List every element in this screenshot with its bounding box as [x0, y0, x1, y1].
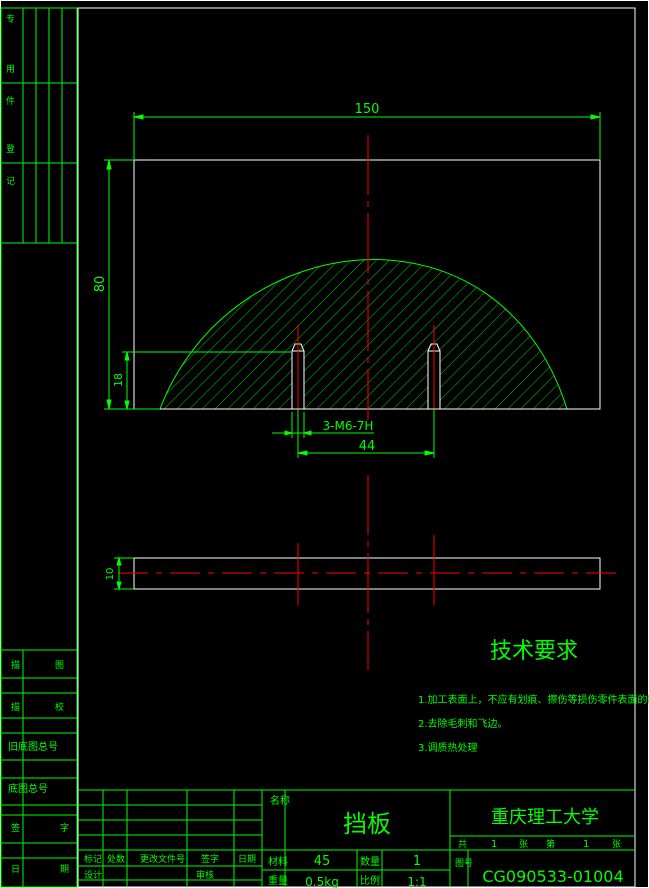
tech-req-item-1: 1.加工表面上，不应有划痕、擦伤等损伤零件表面的缺陷。 [418, 693, 649, 706]
quantity-label: 数量 [360, 855, 380, 868]
strip-bottom-label-5: 旧底图总号 [8, 740, 58, 753]
outer-border [0, 0, 649, 888]
part-name-label: 名称 [270, 794, 290, 807]
strip-bottom-label-7: 签 [11, 822, 20, 834]
material-value: 45 [314, 854, 331, 869]
revision-header-5: 日期 [238, 854, 256, 865]
revision-header-2: 处数 [107, 853, 125, 865]
strip-label-3: 件 [6, 95, 15, 107]
strip-bottom-label-4: 校 [55, 701, 64, 713]
scale-value: 1:1 [407, 875, 426, 888]
revision-header-1: 标记 [84, 853, 102, 865]
strip-bottom-label-2: 图 [55, 660, 64, 671]
role-designer-label: 设计 [84, 869, 102, 881]
title-block-text: 标记 处数 更改文件号 签字 日期 设计 审核 名称 挡板 重庆理工大学 材料 … [84, 794, 624, 888]
strip-bottom-label-8: 字 [60, 822, 69, 834]
dim-thread-height: 18 [112, 373, 125, 387]
sheet-no-suffix: 张 [612, 839, 621, 850]
role-reviewer-label: 审核 [196, 869, 214, 881]
university-name: 重庆理工大学 [491, 807, 599, 828]
strip-label-4: 登 [6, 144, 15, 155]
strip-label-5: 记 [6, 176, 15, 187]
dim-thread-spec: 3-M6-7H [323, 419, 374, 433]
sheet-no: 1 [583, 839, 589, 850]
tech-req-item-3: 3.调质热处理 [418, 741, 478, 754]
revision-header-4: 签字 [201, 853, 219, 865]
material-label: 材料 [268, 855, 288, 868]
dim-hole-spacing: 44 [359, 439, 376, 454]
strip-bottom-label-9: 日 [11, 864, 20, 875]
hatched-section [159, 259, 568, 410]
sheets-total-suffix: 张 [519, 839, 528, 850]
drawing-frame [77, 7, 636, 888]
sheet-no-prefix: 第 [546, 838, 555, 850]
drawing-number: CG090533-01004 [482, 867, 623, 886]
sheets-total: 1 [491, 839, 497, 850]
dim-height: 80 [93, 276, 108, 293]
technical-requirements: 技术要求 1.加工表面上，不应有划痕、擦伤等损伤零件表面的缺陷。 2.去除毛刺和… [418, 639, 649, 754]
engineering-drawing-sheet: 专 用 件 登 记 描 图 描 校 旧底图总号 底图总号 签 字 日 期 150… [0, 0, 649, 888]
part-name: 挡板 [343, 810, 391, 838]
drawing-number-label: 图号 [455, 858, 473, 869]
sheets-total-prefix: 共 [458, 839, 467, 850]
weight-value: 0.5kg [305, 875, 339, 888]
strip-label-1: 专 [6, 13, 15, 25]
scale-label: 比例 [360, 874, 380, 887]
dim-thickness: 10 [105, 568, 116, 581]
tech-req-item-2: 2.去除毛刺和飞边。 [418, 717, 508, 730]
strip-bottom-label-3: 描 [11, 701, 20, 713]
revision-header-3: 更改文件号 [140, 853, 185, 865]
strip-label-2: 用 [6, 64, 15, 75]
strip-bottom-label-6: 底图总号 [8, 782, 48, 795]
weight-label: 重量 [268, 874, 288, 887]
dim-width: 150 [355, 102, 380, 117]
tech-req-title: 技术要求 [490, 639, 578, 664]
left-strip-labels: 专 用 件 登 记 描 图 描 校 旧底图总号 底图总号 签 字 日 期 [6, 13, 69, 875]
strip-bottom-label-1: 描 [11, 659, 20, 671]
strip-bottom-label-10: 期 [60, 864, 69, 875]
front-view: 150 80 18 3-M6-7H 44 [93, 102, 601, 458]
quantity-value: 1 [413, 854, 421, 869]
left-strip [0, 7, 78, 888]
